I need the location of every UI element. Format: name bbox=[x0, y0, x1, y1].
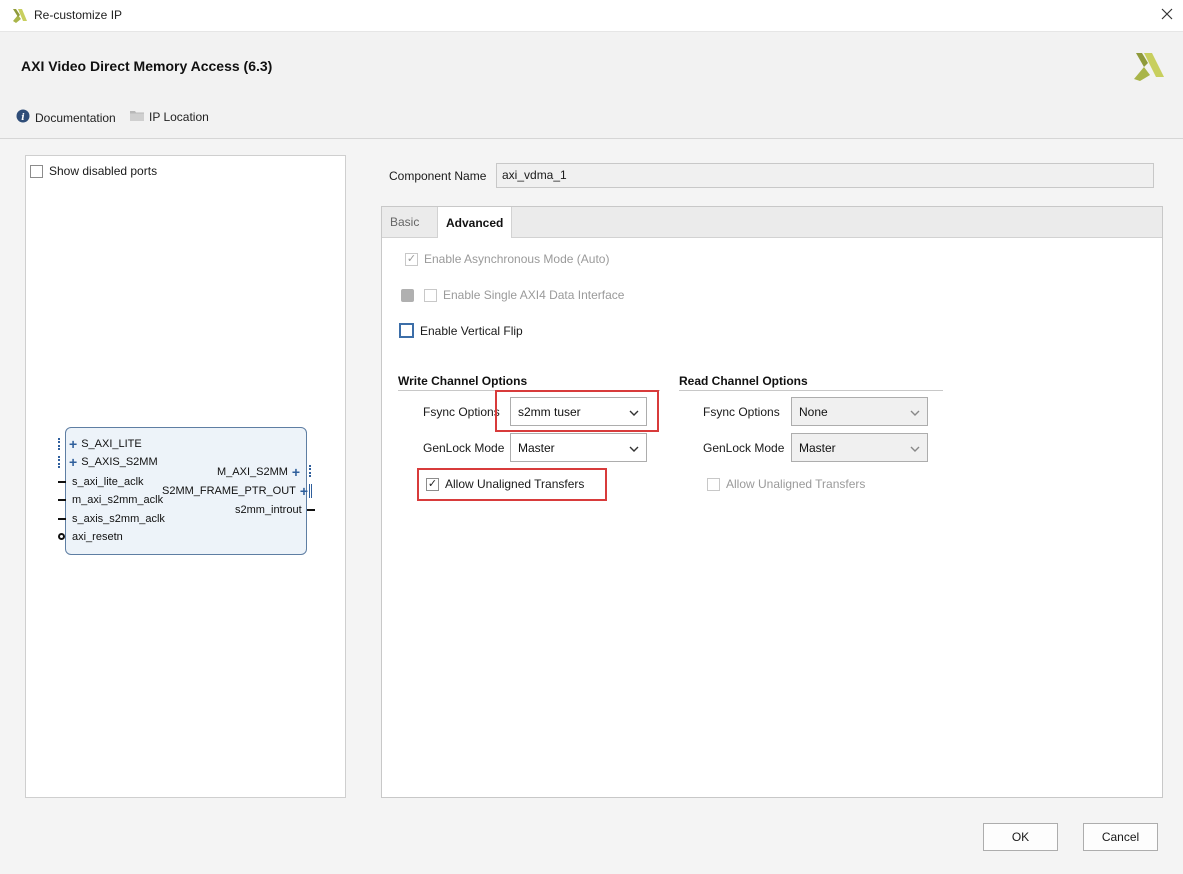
chevron-down-icon bbox=[910, 405, 920, 419]
chevron-down-icon bbox=[910, 441, 920, 455]
s2mm-introut-stub bbox=[307, 509, 315, 511]
info-icon: i bbox=[16, 109, 30, 126]
documentation-label: Documentation bbox=[35, 110, 116, 125]
write-genlock-label: GenLock Mode bbox=[423, 441, 505, 455]
ok-button[interactable]: OK bbox=[983, 823, 1058, 851]
read-genlock-select[interactable]: Master bbox=[791, 433, 928, 462]
port-s-axi-lite-aclk: s_axi_lite_aclk bbox=[72, 476, 144, 488]
cancel-button[interactable]: Cancel bbox=[1083, 823, 1158, 851]
axi-resetn-stub bbox=[58, 533, 65, 540]
expand-plus-icon[interactable]: + bbox=[69, 455, 77, 469]
port-s-axi-lite[interactable]: + S_AXI_LITE bbox=[69, 437, 142, 451]
port-m-axi-s2mm-aclk: m_axi_s2mm_aclk bbox=[72, 494, 164, 506]
chevron-down-icon bbox=[629, 405, 639, 419]
read-channel-title: Read Channel Options bbox=[679, 374, 808, 388]
ip-location-link[interactable]: IP Location bbox=[130, 109, 209, 124]
single-axi-checkbox bbox=[424, 288, 437, 302]
title-bar bbox=[0, 0, 1183, 32]
component-name-label: Component Name bbox=[389, 169, 487, 183]
write-channel-title: Write Channel Options bbox=[398, 374, 528, 388]
read-channel-divider bbox=[679, 390, 943, 391]
read-genlock-label: GenLock Mode bbox=[703, 441, 785, 455]
vertical-flip-checkbox[interactable] bbox=[399, 323, 414, 338]
write-unaligned-option[interactable]: Allow Unaligned Transfers bbox=[426, 477, 584, 491]
write-fsync-label: Fsync Options bbox=[423, 405, 500, 419]
port-s2mm-introut: s2mm_introut bbox=[235, 504, 302, 516]
chevron-down-icon bbox=[629, 441, 639, 455]
s-axis-s2mm-aclk-stub bbox=[58, 518, 66, 520]
disabled-lock-icon bbox=[401, 288, 414, 302]
write-unaligned-label: Allow Unaligned Transfers bbox=[445, 477, 585, 491]
read-unaligned-checkbox bbox=[707, 477, 720, 491]
write-fsync-select[interactable]: s2mm tuser bbox=[510, 397, 647, 426]
ip-location-label: IP Location bbox=[149, 109, 209, 124]
show-disabled-ports-label: Show disabled ports bbox=[49, 164, 158, 178]
read-fsync-label: Fsync Options bbox=[703, 405, 780, 419]
xilinx-logo-icon bbox=[1132, 49, 1166, 84]
svg-text:i: i bbox=[21, 113, 25, 123]
write-genlock-select[interactable]: Master bbox=[510, 433, 647, 462]
show-disabled-ports-option[interactable]: Show disabled ports bbox=[30, 164, 157, 178]
ip-title: AXI Video Direct Memory Access (6.3) bbox=[21, 58, 273, 74]
single-axi-label: Enable Single AXI4 Data Interface bbox=[443, 288, 625, 302]
folder-icon bbox=[130, 109, 144, 124]
m-axi-s2mm-aclk-stub bbox=[58, 499, 66, 501]
read-unaligned-label: Allow Unaligned Transfers bbox=[726, 477, 866, 491]
close-button[interactable] bbox=[1150, 0, 1183, 31]
write-unaligned-checkbox[interactable] bbox=[426, 477, 439, 491]
tab-advanced[interactable]: Advanced bbox=[437, 207, 513, 238]
xilinx-logo-small-icon bbox=[12, 7, 28, 26]
expand-plus-icon[interactable]: + bbox=[300, 484, 308, 498]
read-fsync-select[interactable]: None bbox=[791, 397, 928, 426]
s-axi-lite-aclk-stub bbox=[58, 481, 66, 483]
port-s-axis-s2mm-aclk: s_axis_s2mm_aclk bbox=[72, 513, 165, 525]
close-icon bbox=[1161, 8, 1173, 23]
expand-plus-icon[interactable]: + bbox=[292, 465, 300, 479]
read-unaligned-option: Allow Unaligned Transfers bbox=[707, 477, 865, 491]
port-s-axis-s2mm[interactable]: + S_AXIS_S2MM bbox=[69, 455, 158, 469]
component-name-input[interactable]: axi_vdma_1 bbox=[496, 163, 1154, 188]
s-axi-lite-bus-stub bbox=[58, 438, 66, 450]
vertical-flip-label: Enable Vertical Flip bbox=[420, 323, 523, 338]
show-disabled-ports-checkbox[interactable] bbox=[30, 164, 43, 178]
window-title: Re-customize IP bbox=[34, 8, 123, 22]
async-mode-label: Enable Asynchronous Mode (Auto) bbox=[424, 252, 610, 266]
frame-ptr-bus-stub bbox=[309, 484, 318, 498]
vertical-flip-option[interactable]: Enable Vertical Flip bbox=[399, 323, 523, 338]
m-axi-s2mm-bus-stub bbox=[309, 465, 317, 477]
documentation-link[interactable]: i Documentation bbox=[16, 109, 116, 126]
port-s2mm-frame-ptr-out[interactable]: S2MM_FRAME_PTR_OUT + bbox=[162, 484, 308, 498]
port-m-axi-s2mm[interactable]: M_AXI_S2MM + bbox=[217, 465, 300, 479]
async-mode-checkbox bbox=[405, 252, 418, 266]
expand-plus-icon[interactable]: + bbox=[69, 437, 77, 451]
single-axi-option: Enable Single AXI4 Data Interface bbox=[401, 288, 624, 302]
port-axi-resetn: axi_resetn bbox=[72, 531, 123, 543]
async-mode-option: Enable Asynchronous Mode (Auto) bbox=[405, 252, 609, 266]
tab-basic[interactable]: Basic bbox=[382, 207, 427, 237]
s-axis-s2mm-bus-stub bbox=[58, 456, 66, 468]
